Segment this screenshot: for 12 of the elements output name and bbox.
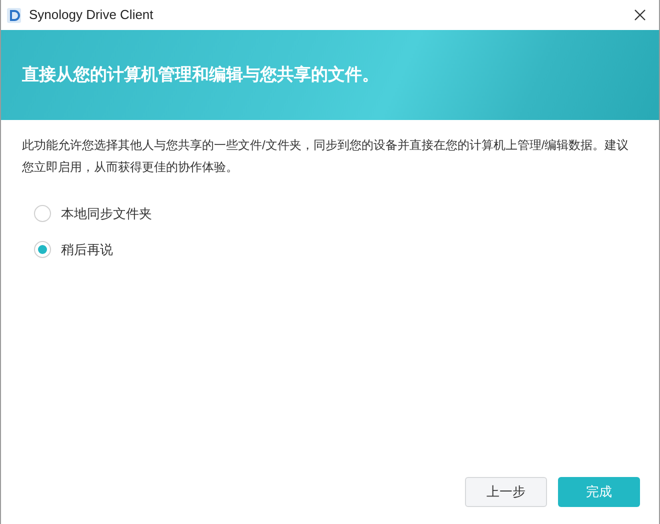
radio-option[interactable]: 本地同步文件夹 bbox=[34, 204, 638, 224]
radio-button[interactable] bbox=[34, 240, 51, 258]
app-logo-icon bbox=[7, 8, 21, 22]
radio-option[interactable]: 稍后再说 bbox=[34, 240, 638, 259]
option-label: 稍后再说 bbox=[61, 240, 113, 258]
option-label: 本地同步文件夹 bbox=[61, 205, 152, 223]
banner-heading: 直接从您的计算机管理和编辑与您共享的文件。 bbox=[22, 64, 379, 86]
description: 此功能允许您选择其他人与您共享的一些文件/文件夹，同步到您的设备并直接在您的计算机上管理/编辑数据。建议您立即启用，从而获得更佳的协作体验。 bbox=[22, 137, 630, 176]
back-button[interactable]: 上一步 bbox=[465, 477, 547, 507]
window-title: Synology Drive Client bbox=[29, 6, 154, 24]
radio-button[interactable] bbox=[34, 205, 51, 222]
close-icon bbox=[634, 9, 646, 21]
